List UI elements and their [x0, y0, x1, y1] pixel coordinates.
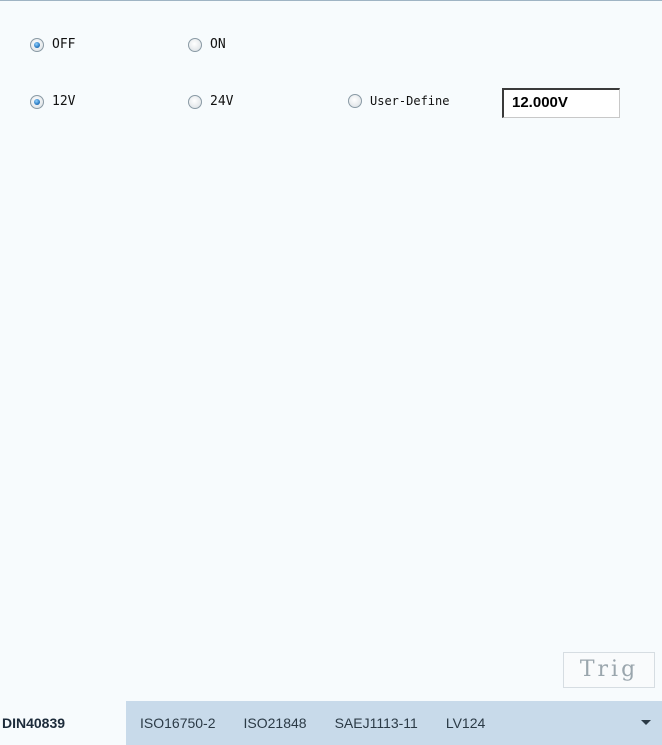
- tab-iso21848[interactable]: ISO21848: [230, 701, 321, 745]
- radio-12v-label: 12V: [52, 94, 76, 109]
- tab-din40839[interactable]: DIN40839: [0, 701, 126, 745]
- standard-tabbar: DIN40839 ISO16750-2 ISO21848 SAEJ1113-11…: [0, 701, 662, 745]
- radio-off-checked-icon: [30, 37, 44, 52]
- tab-saej1113-11[interactable]: SAEJ1113-11: [321, 701, 432, 745]
- tab-lv124[interactable]: LV124: [432, 701, 499, 745]
- tabbar-spacer: [499, 701, 640, 745]
- radio-24v-unchecked-icon: [188, 94, 202, 109]
- tab-more-button[interactable]: [640, 701, 662, 745]
- tab-iso16750-2[interactable]: ISO16750-2: [126, 701, 230, 745]
- radio-on-label: ON: [210, 37, 226, 52]
- radio-on-unchecked-icon: [188, 37, 202, 52]
- power-radio-group: OFF ON: [0, 37, 662, 61]
- trig-button[interactable]: Trig: [563, 652, 655, 688]
- radio-user-define-label: User-Define: [370, 94, 450, 108]
- radio-user-define[interactable]: User-Define: [348, 94, 449, 108]
- radio-12v[interactable]: 12V: [30, 94, 75, 109]
- user-define-voltage-input[interactable]: 12.000V: [502, 88, 620, 118]
- chevron-down-icon: [641, 720, 651, 725]
- radio-off-label: OFF: [52, 37, 76, 52]
- radio-on[interactable]: ON: [188, 37, 226, 52]
- radio-24v[interactable]: 24V: [188, 94, 233, 109]
- top-border: [0, 0, 662, 10]
- radio-24v-label: 24V: [210, 94, 234, 109]
- radio-user-define-unchecked-icon: [348, 94, 362, 108]
- radio-off[interactable]: OFF: [30, 37, 75, 52]
- radio-12v-checked-icon: [30, 94, 44, 109]
